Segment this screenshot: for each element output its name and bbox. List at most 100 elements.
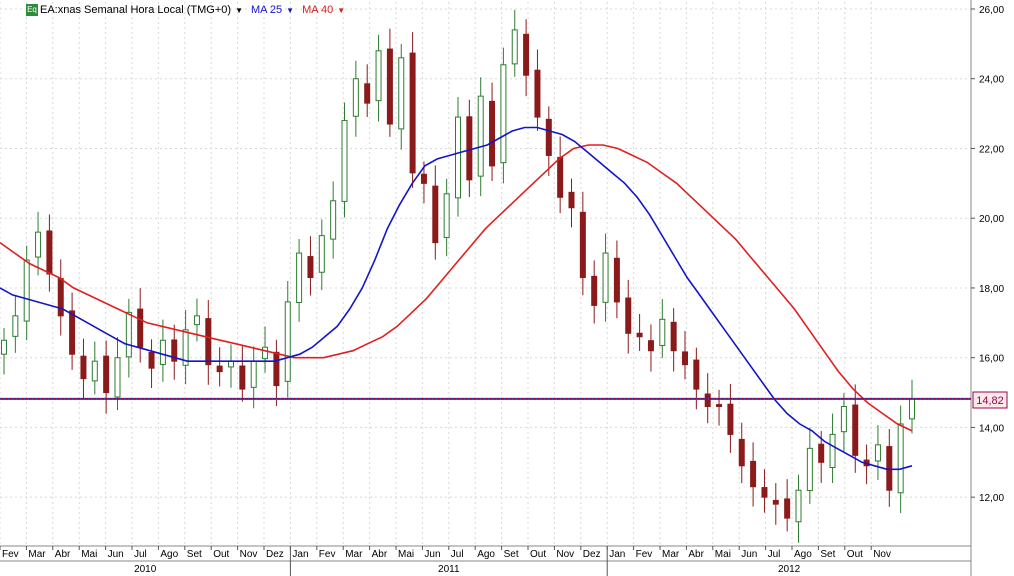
candle-body	[46, 230, 53, 275]
candle-body	[420, 173, 427, 184]
candle-body	[12, 315, 19, 337]
candle-body	[772, 499, 779, 505]
month-label: Set	[187, 549, 202, 560]
candle-body	[795, 489, 802, 523]
candle-body	[523, 33, 530, 76]
candle-body	[318, 235, 325, 273]
month-label: Abr	[372, 549, 388, 560]
candle-body	[852, 404, 859, 456]
month-label: Nov	[556, 549, 574, 560]
candle-body	[818, 443, 825, 463]
last-price-badge: 14,82	[972, 391, 1008, 409]
candle-body	[296, 252, 303, 303]
candle-body	[125, 311, 132, 358]
grid	[0, 2, 971, 546]
candle-body	[307, 256, 314, 278]
y-tick-label: 22,00	[979, 144, 1004, 155]
candle-body	[262, 346, 269, 360]
candle-body	[659, 318, 666, 347]
month-label: Set	[820, 549, 835, 560]
candle-body	[250, 360, 257, 388]
candle-body	[1, 339, 7, 355]
candle-body	[35, 231, 42, 258]
ma25-label[interactable]: MA 25	[251, 4, 282, 16]
year-label: 2010	[134, 564, 157, 575]
month-label: Jul	[768, 549, 781, 560]
candle-body	[557, 156, 564, 198]
month-label: Abr	[688, 549, 704, 560]
candle-body	[591, 275, 598, 306]
candle-body	[375, 50, 382, 102]
y-tick-label: 20,00	[979, 214, 1004, 225]
candle-body	[341, 120, 348, 202]
candle-body	[784, 498, 791, 519]
candle-body	[23, 259, 30, 322]
candle-body	[761, 487, 768, 498]
candle-body	[477, 95, 484, 177]
candle-body	[398, 57, 405, 130]
month-label: Jul	[134, 549, 147, 560]
candle-body	[443, 193, 450, 238]
symbol-label[interactable]: EA:xnas Semanal Hora Local (TMG+0)	[40, 4, 231, 16]
candle-body	[568, 191, 575, 209]
candle-body	[716, 404, 723, 408]
y-tick-label: 24,00	[979, 75, 1004, 86]
y-tick-label: 16,00	[979, 354, 1004, 365]
candle-body	[364, 83, 371, 104]
month-label: Out	[530, 549, 546, 560]
month-label: Jan	[609, 549, 625, 560]
candle-body	[897, 423, 904, 494]
candle-body	[466, 116, 473, 181]
candle-body	[205, 318, 212, 366]
candle-body	[409, 52, 416, 174]
candle-body	[386, 48, 393, 125]
candle-body	[704, 393, 711, 408]
candle-body	[91, 360, 98, 382]
candle-body	[352, 78, 359, 117]
candle-body	[625, 297, 632, 334]
month-label: Mai	[715, 549, 731, 560]
candle-body	[500, 64, 507, 164]
candle-body	[330, 200, 337, 240]
month-label: Jun	[424, 549, 440, 560]
y-tick-label: 18,00	[979, 284, 1004, 295]
candle-body	[874, 444, 881, 462]
year-label: 2012	[778, 564, 801, 575]
candle-body	[69, 310, 76, 355]
month-label: Fev	[2, 549, 19, 560]
candle-body	[80, 355, 87, 380]
price-axis: 12,00 14,00 16,00 18,00 20,00 22,00 24,00 26,00	[971, 5, 1004, 504]
month-label: Mai	[398, 549, 414, 560]
legend: Eq EA:xnas Semanal Hora Local (TMG+0) ▼ …	[26, 3, 353, 17]
equity-icon: Eq	[26, 4, 38, 16]
month-label: Mai	[81, 549, 97, 560]
month-label: Ago	[477, 549, 495, 560]
y-tick-label: 26,00	[979, 5, 1004, 16]
price-chart[interactable]: 12,00 14,00 16,00 18,00 20,00 22,00 24,00 26,00…	[0, 0, 1014, 576]
candle-body	[432, 185, 439, 244]
candle-body	[579, 211, 586, 278]
candle-body	[602, 252, 609, 303]
y-tick-label: 14,00	[979, 423, 1004, 434]
ma25-dropdown-icon[interactable]: ▼	[286, 6, 294, 15]
month-label: Nov	[240, 549, 258, 560]
ma40-label[interactable]: MA 40	[302, 4, 333, 16]
candle-body	[545, 118, 552, 156]
month-label: Mar	[28, 549, 46, 560]
candle-body	[284, 301, 291, 382]
candle-body	[738, 438, 745, 467]
ma40-dropdown-icon[interactable]: ▼	[337, 6, 345, 15]
symbol-dropdown-icon[interactable]: ▼	[235, 6, 243, 15]
last-price-label: 14,82	[976, 395, 1004, 407]
month-label: Fev	[636, 549, 653, 560]
candle-body	[159, 339, 166, 365]
candle-body	[829, 433, 836, 468]
month-label: Abr	[55, 549, 71, 560]
candle-body	[103, 355, 110, 394]
candle-body	[909, 398, 915, 420]
candle-body	[750, 460, 757, 488]
candle-body	[840, 406, 847, 433]
candle-body	[727, 403, 734, 435]
candle-body	[57, 278, 64, 317]
month-label: Out	[847, 549, 863, 560]
